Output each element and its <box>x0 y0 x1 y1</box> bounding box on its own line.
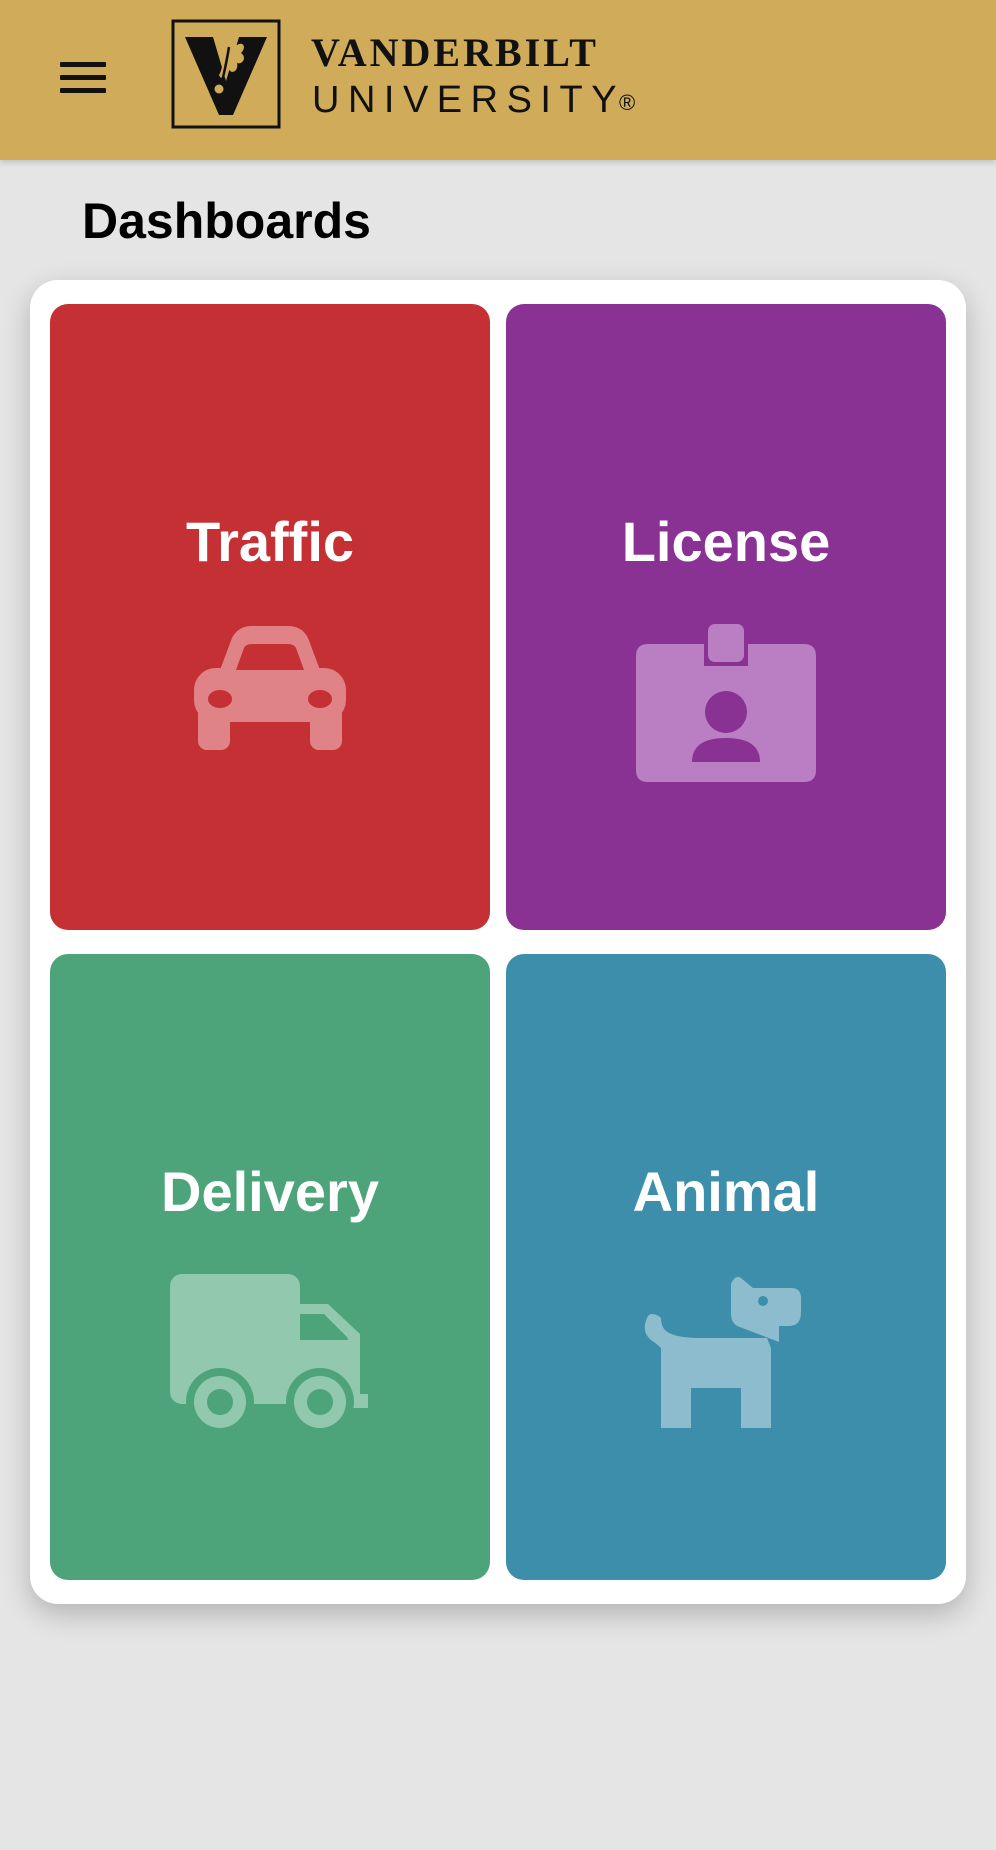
menu-bar <box>60 88 106 93</box>
vanderbilt-v-oak-leaf-icon <box>171 19 281 129</box>
car-icon <box>50 624 490 784</box>
animal-dashboard-tile[interactable]: Animal <box>506 954 946 1580</box>
tile-label: License <box>621 510 831 573</box>
menu-bar <box>60 62 106 67</box>
id-badge-icon <box>506 624 946 784</box>
logo-wordmark-vanderbilt: VANDERBILT <box>311 30 599 75</box>
truck-icon <box>50 1274 490 1436</box>
hamburger-menu-icon[interactable] <box>56 58 108 102</box>
dashboards-card: Traffic License Delivery Animal <box>30 280 966 1604</box>
tile-label: Delivery <box>161 1160 379 1223</box>
dog-icon <box>506 1274 946 1434</box>
license-dashboard-tile[interactable]: License <box>506 304 946 930</box>
app-header: VANDERBILT UNIVERSITY® <box>0 0 996 160</box>
logo-university-text: UNIVERSITY <box>312 79 626 121</box>
vanderbilt-logo[interactable]: VANDERBILT UNIVERSITY® <box>171 19 651 131</box>
delivery-dashboard-tile[interactable]: Delivery <box>50 954 490 1580</box>
traffic-dashboard-tile[interactable]: Traffic <box>50 304 490 930</box>
tile-label: Traffic <box>185 510 355 573</box>
page-title: Dashboards <box>82 193 371 249</box>
logo-wordmark-university: UNIVERSITY® <box>312 79 635 122</box>
tile-label: Animal <box>632 1160 820 1223</box>
registered-mark: ® <box>619 90 636 115</box>
menu-bar <box>60 75 106 80</box>
